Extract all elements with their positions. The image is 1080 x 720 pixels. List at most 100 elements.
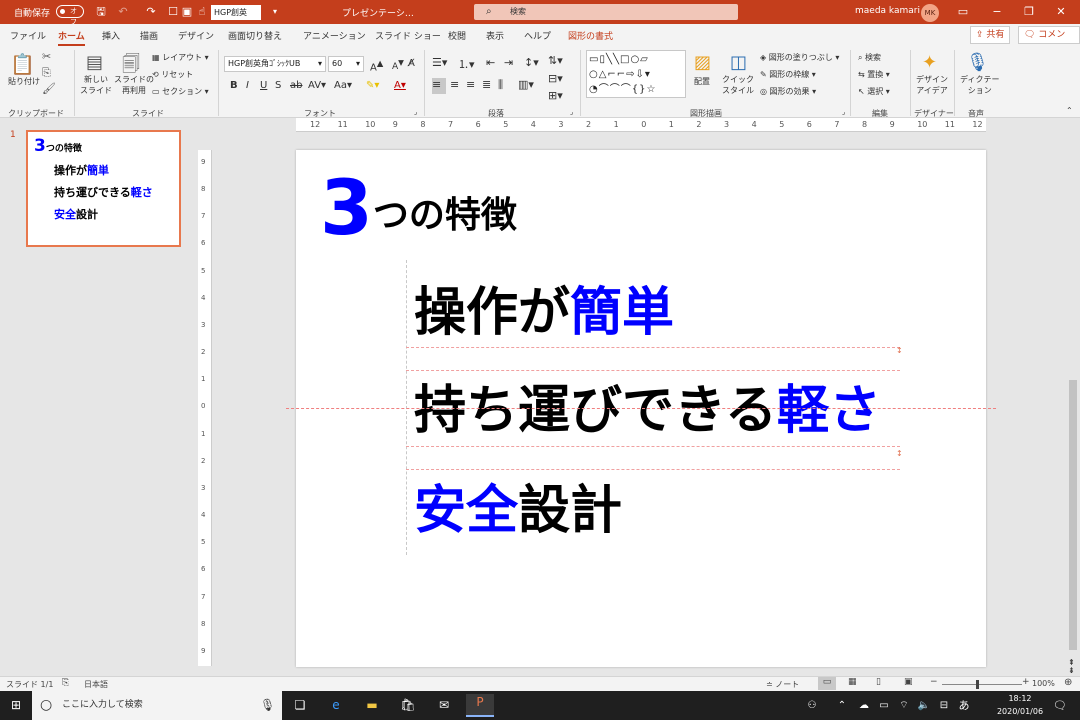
undo-icon[interactable]: ↶ bbox=[116, 5, 130, 19]
task-view-icon[interactable]: ❏ bbox=[290, 697, 310, 714]
fit-to-window-icon[interactable]: ⊕ bbox=[1064, 677, 1072, 688]
network-icon[interactable]: ⌔ bbox=[894, 697, 914, 714]
bullets-icon[interactable]: ☰▾ bbox=[432, 56, 447, 69]
slide-item[interactable]: 操作が簡単 bbox=[414, 278, 674, 348]
shapes-gallery[interactable]: ▭▯╲╲□○▱ ○△⌐⌐⇨⇩▾ ◔⌒⌒⌒{}☆ bbox=[586, 50, 686, 98]
slide-sorter-icon[interactable]: ▦ bbox=[848, 677, 857, 687]
minimize-icon[interactable]: − bbox=[988, 4, 1006, 20]
new-slide-button[interactable]: 新しい スライド bbox=[80, 74, 112, 96]
presenter-icon[interactable]: ▣ bbox=[180, 5, 194, 19]
smartart-icon[interactable]: ⊞▾ bbox=[548, 89, 563, 102]
comment-button[interactable]: 🗨 コメント bbox=[1018, 26, 1080, 56]
show-hidden-icons[interactable]: ⌃ bbox=[832, 697, 852, 714]
clock-time[interactable]: 18:12 bbox=[1000, 694, 1040, 703]
tab-shape-format[interactable]: 図形の書式 bbox=[568, 29, 613, 42]
tab-file[interactable]: ファイル bbox=[10, 29, 46, 42]
dictation-button[interactable]: ディクテー ション bbox=[960, 74, 999, 96]
store-icon[interactable]: 🛍 bbox=[398, 697, 418, 714]
arrange-button[interactable]: 配置 bbox=[694, 76, 710, 87]
tab-review[interactable]: 校閲 bbox=[448, 29, 466, 42]
redo-icon[interactable]: ↷ bbox=[144, 5, 158, 19]
text-format-icon[interactable]: ☐ bbox=[166, 5, 180, 19]
microphone-icon[interactable]: 🎙 bbox=[966, 52, 989, 73]
slide-title[interactable]: 3つの特徴 bbox=[320, 168, 517, 248]
collapse-ribbon-icon[interactable]: ⌃ bbox=[1066, 106, 1073, 115]
spellcheck-icon[interactable]: ⎘ bbox=[62, 678, 69, 688]
scrollbar-thumb[interactable] bbox=[1069, 380, 1077, 650]
layout-button[interactable]: ▦ レイアウト ▾ bbox=[152, 52, 209, 63]
columns-icon[interactable]: ▥▾ bbox=[518, 78, 534, 91]
align-left-icon[interactable]: ≡ bbox=[432, 78, 446, 94]
volume-icon[interactable]: 🔈 bbox=[914, 697, 934, 714]
tab-draw[interactable]: 描画 bbox=[140, 29, 158, 42]
zoom-slider-handle[interactable] bbox=[976, 680, 979, 689]
language-label[interactable]: 日本語 bbox=[84, 679, 108, 690]
file-explorer-icon[interactable]: ▬ bbox=[362, 697, 382, 714]
search-input[interactable]: ⌕ 検索 bbox=[474, 4, 738, 20]
save-icon[interactable]: 🖫 bbox=[94, 5, 108, 19]
tab-view[interactable]: 表示 bbox=[486, 29, 504, 42]
zoom-slider[interactable] bbox=[942, 684, 1022, 685]
design-ideas-button[interactable]: デザイン アイデア bbox=[916, 74, 948, 96]
battery-icon[interactable]: ▭ bbox=[874, 697, 894, 714]
quick-style-button[interactable]: クイック スタイル bbox=[722, 74, 754, 96]
font-name-select[interactable]: HGP創英角ｺﾞｼｯｸUB ▾ bbox=[224, 56, 326, 72]
close-icon[interactable]: ✕ bbox=[1052, 4, 1070, 20]
drawing-dialog-launcher[interactable]: ⌟ bbox=[842, 108, 845, 116]
reset-button[interactable]: ⟲ リセット bbox=[152, 69, 193, 80]
shape-effects-button[interactable]: ◎ 図形の効果 ▾ bbox=[760, 86, 816, 97]
align-text-icon[interactable]: ⊟▾ bbox=[548, 72, 563, 85]
tab-design[interactable]: デザイン bbox=[178, 29, 214, 42]
tab-slideshow[interactable]: スライド ショー bbox=[375, 29, 441, 42]
numbering-icon[interactable]: ⒈▾ bbox=[458, 56, 475, 72]
onedrive-icon[interactable]: ☁ bbox=[854, 697, 874, 714]
clock-date[interactable]: 2020/01/06 bbox=[994, 707, 1046, 716]
vertical-scrollbar[interactable]: ⇞ ⇟ bbox=[1066, 118, 1080, 676]
notes-button[interactable]: ≐ ノート bbox=[766, 679, 799, 690]
normal-view-icon[interactable]: ▭ bbox=[818, 677, 836, 690]
people-icon[interactable]: ⚇ bbox=[802, 697, 822, 714]
paste-icon[interactable]: 📋 bbox=[10, 52, 35, 76]
underline-icon[interactable]: U bbox=[260, 80, 267, 91]
tab-help[interactable]: ヘルプ bbox=[524, 29, 551, 42]
align-center-icon[interactable]: ≡ bbox=[450, 78, 459, 91]
zoom-level[interactable]: 100% bbox=[1032, 679, 1055, 688]
replace-button[interactable]: ⇆ 置換 ▾ bbox=[858, 69, 890, 80]
font-dialog-launcher[interactable]: ⌟ bbox=[414, 108, 417, 116]
line-spacing-icon[interactable]: ↕▾ bbox=[524, 56, 539, 69]
increase-font-icon[interactable]: A▲ bbox=[370, 58, 383, 73]
qat-font-field[interactable]: HGP創英 bbox=[211, 5, 261, 20]
new-slide-icon[interactable]: ▤ bbox=[86, 52, 103, 73]
quick-style-icon[interactable]: ◫ bbox=[730, 52, 747, 73]
windows-start-icon[interactable]: ⊞ bbox=[6, 697, 26, 714]
justify-icon[interactable]: ≣ bbox=[482, 78, 491, 91]
paragraph-dialog-launcher[interactable]: ⌟ bbox=[570, 108, 573, 116]
clear-format-icon[interactable]: A̸ bbox=[408, 58, 415, 69]
autosave-toggle[interactable]: オフ bbox=[56, 5, 84, 26]
shape-fill-button[interactable]: ◈ 図形の塗りつぶし ▾ bbox=[760, 52, 839, 63]
paste-label[interactable]: 貼り付け bbox=[8, 76, 40, 87]
qat-customize-icon[interactable]: ▾ bbox=[268, 5, 282, 19]
powerpoint-taskbar-icon[interactable]: P bbox=[466, 694, 494, 717]
tab-home[interactable]: ホーム bbox=[58, 29, 85, 46]
tab-animations[interactable]: アニメーション bbox=[303, 29, 366, 42]
increase-indent-icon[interactable]: ⇥ bbox=[504, 56, 513, 69]
share-button[interactable]: ⇪ 共有 bbox=[970, 26, 1011, 44]
font-color-icon[interactable]: A▾ bbox=[394, 80, 406, 91]
text-direction-icon[interactable]: ⇅▾ bbox=[548, 54, 563, 67]
copy-icon[interactable]: ⎘ bbox=[42, 66, 51, 80]
section-button[interactable]: ▭ セクション ▾ bbox=[152, 86, 209, 97]
shape-textbox-icon[interactable]: ▭ bbox=[589, 54, 599, 65]
touch-mode-icon[interactable]: ☝ bbox=[195, 5, 209, 19]
avatar[interactable]: MK bbox=[921, 4, 939, 22]
design-ideas-icon[interactable]: ✦ bbox=[922, 52, 937, 73]
edge-icon[interactable]: e bbox=[326, 697, 346, 714]
bold-icon[interactable]: B bbox=[230, 80, 238, 91]
distribute-icon[interactable]: ⫼ bbox=[498, 78, 503, 92]
zoom-in-icon[interactable]: + bbox=[1022, 677, 1030, 687]
next-slide-icon[interactable]: ⇟ bbox=[1068, 666, 1075, 675]
mail-icon[interactable]: ✉ bbox=[434, 697, 454, 714]
slideshow-icon[interactable]: ▣ bbox=[904, 677, 913, 687]
shape-vtextbox-icon[interactable]: ▯ bbox=[599, 54, 606, 65]
change-case-icon[interactable]: Aa▾ bbox=[334, 80, 352, 91]
